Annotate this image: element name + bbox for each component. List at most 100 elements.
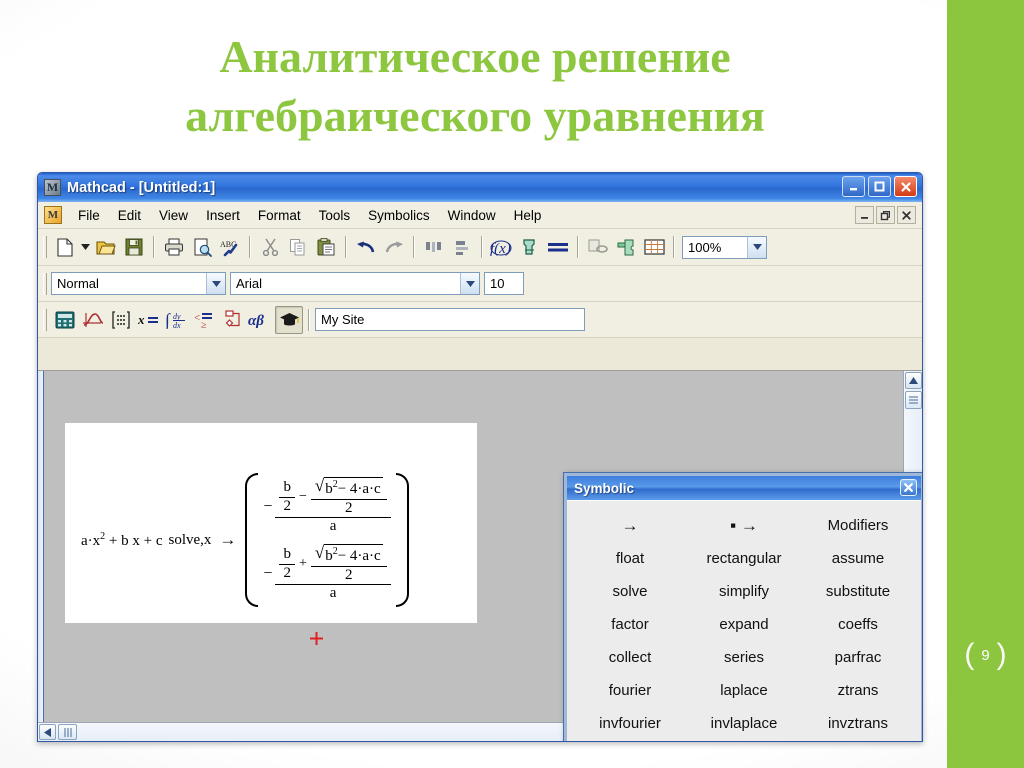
menu-item-insert[interactable]: Insert [197,205,249,226]
modifiers-button[interactable]: Modifiers [801,509,915,542]
insert-hyperlink-button[interactable] [584,233,612,261]
float-button[interactable]: float [573,542,687,575]
fourier-button[interactable]: fourier [573,674,687,707]
symbolic-toolbar-button[interactable] [275,305,303,334]
chevron-down-icon[interactable] [747,236,766,258]
menu-item-symbolics[interactable]: Symbolics [359,205,439,226]
formatting-toolbar: Normal Arial 10 [38,266,922,302]
document-icon: M [44,206,62,224]
spellcheck-button[interactable]: ABC [216,233,244,261]
font-value: Arial [236,276,263,291]
root2-sign: − [263,564,273,582]
mdi-close-button[interactable] [897,206,916,224]
close-button[interactable] [894,176,917,197]
calculate-button[interactable] [544,233,572,261]
menu-item-edit[interactable]: Edit [109,205,150,226]
insert-table-button[interactable] [640,233,668,261]
substitute-button[interactable]: substitute [801,575,915,608]
calculator-toolbar-button[interactable] [51,306,79,334]
style-combo[interactable]: Normal [51,272,226,295]
align-down-button[interactable] [448,233,476,261]
matrix-paren-left [245,473,259,608]
programming-toolbar-button[interactable] [219,306,247,334]
calculus-toolbar-button[interactable]: ∫ dy dx [163,306,191,334]
menu-item-tools[interactable]: Tools [310,205,360,226]
print-preview-button[interactable] [188,233,216,261]
vertical-scroll-thumb[interactable] [905,391,922,409]
undo-button[interactable] [352,233,380,261]
invlaplace-button[interactable]: invlaplace [687,707,801,740]
redo-button[interactable] [380,233,408,261]
toolbar-grip[interactable] [43,272,47,295]
coeffs-button[interactable]: coeffs [801,608,915,641]
component-wizard-button[interactable] [612,233,640,261]
graph-toolbar-button[interactable] [79,306,107,334]
horizontal-scroll-thumb[interactable] [58,724,77,740]
symbolic-palette[interactable]: Symbolic → ▪ → Modifiers float rectangul… [563,472,922,741]
open-button[interactable] [92,233,120,261]
matrix-transpose-button[interactable]: Mᵀ → [573,740,687,741]
invfourier-button[interactable]: invfourier [573,707,687,740]
zoom-combo[interactable]: 100% [682,235,767,259]
assume-button[interactable]: assume [801,542,915,575]
cut-button[interactable] [256,233,284,261]
menu-item-file[interactable]: File [69,205,109,226]
parfrac-button[interactable]: parfrac [801,641,915,674]
matrix-inverse-button[interactable]: M⁻¹ → [687,740,801,741]
window-titlebar[interactable]: M Mathcad - [Untitled:1] [38,173,922,202]
align-across-button[interactable] [420,233,448,261]
site-value: My Site [321,312,365,327]
chevron-down-icon[interactable] [206,273,225,294]
expression-lhs-power: 2 [100,530,106,542]
font-size-combo[interactable]: 10 [484,272,524,295]
font-combo[interactable]: Arial [230,272,480,295]
insert-function-button[interactable]: f(x) [488,233,516,261]
invztrans-button[interactable]: invztrans [801,707,915,740]
save-button[interactable] [120,233,148,261]
factor-button[interactable]: factor [573,608,687,641]
mdi-minimize-button[interactable] [855,206,874,224]
toolbar-grip[interactable] [43,236,47,258]
evaluation-toolbar-button[interactable]: x [135,306,163,334]
minimize-button[interactable] [842,176,865,197]
mdi-window-controls [855,206,916,224]
paste-button[interactable] [312,233,340,261]
ztrans-button[interactable]: ztrans [801,674,915,707]
close-icon[interactable] [900,479,917,496]
rectangular-button[interactable]: rectangular [687,542,801,575]
scroll-up-button[interactable] [905,372,922,389]
scroll-left-button[interactable] [39,724,56,740]
site-input[interactable]: My Site [315,308,585,331]
maximize-button[interactable] [868,176,891,197]
new-dropdown-button[interactable] [79,233,92,261]
math-region[interactable]: a·x2 + b x + c solve,x → − b 2 − √ b2− 4… [65,423,477,623]
copy-button[interactable] [284,233,312,261]
root1-sqrt: √ b2− 4·a·c [314,476,383,497]
menu-item-format[interactable]: Format [249,205,310,226]
toolbar-grip[interactable] [43,308,47,331]
math-expression[interactable]: a·x2 + b x + c solve,x → − b 2 − √ b2− 4… [81,473,409,608]
greek-toolbar-button[interactable]: αβ [247,306,275,334]
menu-item-help[interactable]: Help [505,205,551,226]
mdi-restore-button[interactable] [876,206,895,224]
chevron-down-icon[interactable] [460,273,479,294]
symbolic-evaluate-button[interactable]: → [573,509,687,542]
symbolic-keyword-evaluate-button[interactable]: ▪ → [687,509,801,542]
expand-button[interactable]: expand [687,608,801,641]
menu-item-window[interactable]: Window [439,205,505,226]
toolbar-separator [577,236,579,258]
symbolic-palette-titlebar[interactable]: Symbolic [567,476,921,500]
root1-b-over-2: b 2 [279,479,295,515]
boolean-toolbar-button[interactable]: < ≥ [191,306,219,334]
laplace-button[interactable]: laplace [687,674,801,707]
simplify-button[interactable]: simplify [687,575,801,608]
collect-button[interactable]: collect [573,641,687,674]
matrix-determinant-button[interactable]: |M| → [801,740,915,741]
series-button[interactable]: series [687,641,801,674]
new-document-button[interactable] [51,233,79,261]
menu-item-view[interactable]: View [150,205,197,226]
matrix-toolbar-button[interactable] [107,306,135,334]
print-button[interactable] [160,233,188,261]
insert-unit-button[interactable] [516,233,544,261]
solve-button[interactable]: solve [573,575,687,608]
